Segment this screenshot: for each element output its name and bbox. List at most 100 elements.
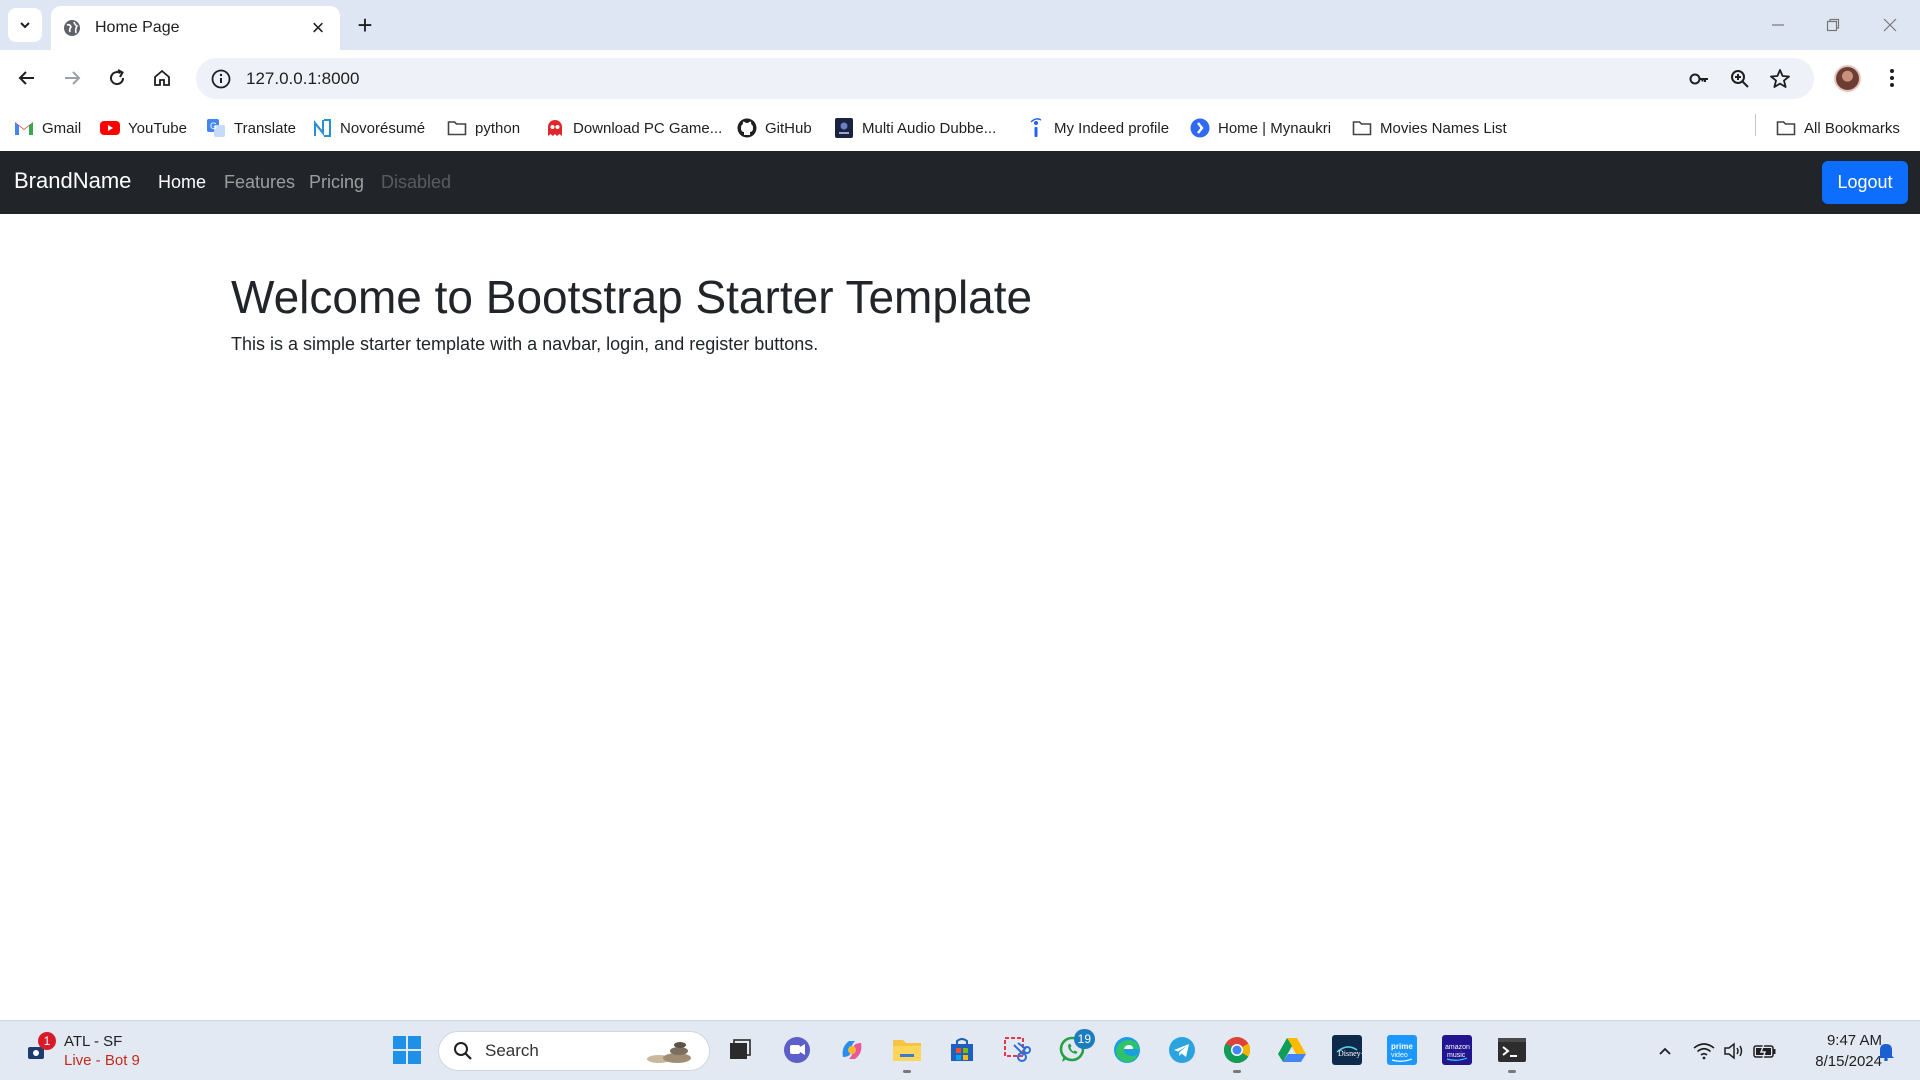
all-bookmarks-button[interactable]: All Bookmarks — [1776, 115, 1900, 141]
bookmark-youtube[interactable]: YouTube — [100, 115, 187, 141]
bookmark-translate[interactable]: G Translate — [206, 115, 296, 141]
chrome-icon — [1223, 1037, 1251, 1064]
bookmark-label: Novorésumé — [340, 119, 426, 137]
taskbar-teams-chat[interactable] — [780, 1033, 814, 1067]
new-tab-button[interactable]: + — [350, 10, 380, 40]
browser-tab-strip: Home Page × + — [0, 0, 1920, 50]
taskbar-chrome[interactable] — [1220, 1033, 1254, 1073]
disney-plus-icon: Disney+ — [1332, 1035, 1362, 1065]
svg-text:G: G — [210, 121, 217, 131]
bookmark-label: Gmail — [42, 119, 82, 137]
search-highlight-icon — [647, 1042, 691, 1063]
bookmark-label: Translate — [234, 119, 296, 137]
nav-link-home[interactable]: Home — [158, 172, 206, 193]
bookmark-mynaukri[interactable]: Home | Mynaukri — [1190, 115, 1331, 141]
all-bookmarks-label: All Bookmarks — [1804, 119, 1900, 137]
naukri-icon — [1190, 118, 1210, 138]
taskbar-snipping-tool[interactable] — [1000, 1033, 1034, 1067]
taskbar-telegram[interactable] — [1165, 1033, 1199, 1067]
google-drive-icon — [1278, 1038, 1306, 1062]
indeed-icon — [1026, 118, 1046, 138]
task-view-icon — [730, 1039, 751, 1059]
bookmark-label: YouTube — [128, 119, 187, 137]
terminal-icon — [1498, 1038, 1526, 1062]
start-button[interactable] — [390, 1033, 424, 1067]
bookmark-star-icon[interactable] — [1768, 67, 1792, 91]
close-window-button[interactable] — [1870, 8, 1910, 42]
back-button[interactable] — [11, 62, 43, 94]
wifi-icon — [1693, 1043, 1715, 1060]
bookmark-github[interactable]: GitHub — [737, 115, 812, 141]
logout-button[interactable]: Logout — [1822, 161, 1908, 204]
svg-text:amazon: amazon — [1445, 1044, 1470, 1051]
bookmark-gmail[interactable]: Gmail — [14, 115, 81, 141]
svg-text:video: video — [1391, 1052, 1408, 1059]
browser-menu-icon[interactable] — [1880, 64, 1904, 92]
home-button[interactable] — [146, 62, 178, 94]
nav-link-features[interactable]: Features — [224, 172, 295, 193]
taskbar-search[interactable]: Search — [438, 1031, 710, 1071]
bookmark-download-pc-games[interactable]: Download PC Game... — [545, 115, 722, 141]
windows-taskbar: 1 ATL - SF Live - Bot 9 Search 19 Disney… — [0, 1020, 1920, 1080]
profile-avatar[interactable] — [1834, 65, 1861, 92]
bookmark-python-folder[interactable]: python — [447, 115, 520, 141]
bookmark-label: Download PC Game... — [573, 119, 723, 137]
wifi-button[interactable] — [1692, 1039, 1716, 1063]
bookmark-novoresume[interactable]: Novorésumé — [312, 115, 425, 141]
bookmark-indeed[interactable]: My Indeed profile — [1026, 115, 1169, 141]
address-bar[interactable]: 127.0.0.1:8000 — [196, 58, 1814, 99]
restore-button[interactable] — [1813, 8, 1853, 42]
taskbar-copilot[interactable] — [835, 1033, 869, 1067]
battery-charging-icon — [1753, 1043, 1776, 1059]
password-key-icon[interactable] — [1687, 67, 1711, 91]
taskbar-microsoft-store[interactable] — [945, 1033, 979, 1067]
folder-icon — [1352, 118, 1372, 138]
telegram-icon — [1169, 1037, 1195, 1063]
folder-icon — [447, 118, 467, 138]
tab-close-icon[interactable]: × — [308, 15, 328, 40]
taskbar-google-drive[interactable] — [1275, 1033, 1309, 1067]
close-icon — [1883, 18, 1897, 32]
folder-icon — [893, 1040, 921, 1061]
url-text[interactable]: 127.0.0.1:8000 — [246, 69, 359, 89]
taskbar-file-explorer[interactable] — [890, 1033, 924, 1073]
taskbar-edge[interactable] — [1110, 1033, 1144, 1067]
nav-link-pricing[interactable]: Pricing — [309, 172, 364, 193]
chevron-down-icon — [20, 22, 30, 29]
taskbar-whatsapp[interactable]: 19 — [1055, 1029, 1095, 1067]
translate-icon: G — [206, 118, 226, 138]
bookmark-label: Home | Mynaukri — [1218, 119, 1332, 137]
browser-tab-active[interactable]: Home Page × — [51, 6, 340, 50]
forward-button[interactable] — [56, 62, 88, 94]
zoom-icon[interactable] — [1728, 67, 1752, 91]
clock-time: 9:47 AM — [1826, 1032, 1882, 1049]
taskbar-task-view[interactable] — [723, 1033, 757, 1067]
tab-search-button[interactable] — [8, 8, 42, 42]
site-info-icon[interactable] — [210, 68, 232, 90]
minimize-button[interactable] — [1758, 8, 1798, 42]
taskbar-prime-video[interactable]: prime video — [1385, 1033, 1419, 1067]
system-clock[interactable]: 9:47 AM 8/15/2024 — [1790, 1030, 1882, 1072]
notifications-button[interactable] — [1874, 1039, 1898, 1063]
ghost-icon — [545, 118, 565, 138]
bookmark-multi-audio-dubbed[interactable]: Multi Audio Dubbe... — [834, 115, 996, 141]
battery-button[interactable] — [1753, 1039, 1777, 1063]
taskbar-amazon-music[interactable]: amazon music — [1440, 1033, 1474, 1067]
restore-icon — [1826, 18, 1840, 32]
copilot-icon — [842, 1041, 862, 1059]
movie-icon — [834, 118, 854, 138]
taskbar-terminal[interactable] — [1495, 1033, 1529, 1073]
taskbar-disney-plus[interactable]: Disney+ — [1330, 1033, 1364, 1067]
gmail-icon — [14, 118, 34, 138]
snipping-tool-icon — [1004, 1037, 1031, 1062]
home-icon — [154, 69, 170, 86]
reload-button[interactable] — [101, 62, 133, 94]
widget-live-score[interactable]: 1 ATL - SF Live - Bot 9 — [26, 1031, 146, 1071]
bookmark-movies-folder[interactable]: Movies Names List — [1352, 115, 1507, 141]
volume-button[interactable] — [1722, 1039, 1746, 1063]
page-title: Welcome to Bootstrap Starter Template — [231, 271, 1033, 323]
page-lead-text: This is a simple starter template with a… — [231, 334, 819, 354]
navbar-brand[interactable]: BrandName — [14, 168, 131, 194]
show-hidden-icons-button[interactable] — [1653, 1039, 1677, 1063]
bell-icon — [1878, 1044, 1894, 1061]
